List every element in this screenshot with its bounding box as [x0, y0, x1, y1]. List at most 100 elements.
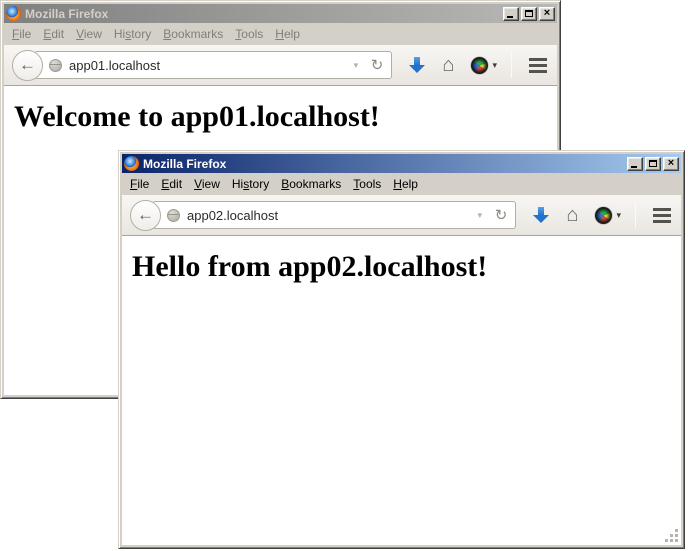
resize-grip[interactable] — [665, 529, 679, 543]
chevron-down-icon: ▾ — [616, 210, 621, 221]
menu-item-bookmarks[interactable]: Bookmarks — [157, 24, 229, 44]
back-icon: ← — [19, 56, 36, 73]
url-bar[interactable]: app01.localhost ▼ ↻ — [34, 51, 392, 79]
url-bar[interactable]: app02.localhost ▼ ↻ — [152, 201, 516, 229]
toolbar-separator — [511, 52, 512, 78]
close-button[interactable]: × — [663, 157, 679, 171]
reload-icon: ↻ — [495, 207, 508, 224]
firefox-colorwheel-button[interactable]: ▾ — [595, 207, 621, 224]
navigation-toolbar: ← app01.localhost ▼ ↻ ⌂ ▾ — [4, 45, 557, 86]
downloads-button[interactable] — [409, 57, 425, 74]
window-controls: × — [627, 157, 679, 171]
hamburger-icon — [529, 58, 547, 73]
url-history-dropdown-button[interactable]: ▼ — [474, 211, 486, 220]
menu-item-view[interactable]: View — [70, 24, 108, 44]
desktop: { "icons": { "back": "←", "reload": "↻",… — [0, 0, 688, 551]
maximize-icon — [525, 10, 533, 17]
firefox-icon — [124, 156, 139, 171]
menu-item-help[interactable]: Help — [387, 174, 424, 194]
menubar: File Edit View History Bookmarks Tools H… — [4, 23, 557, 45]
menu-item-text: dit — [169, 177, 182, 191]
colorwheel-icon — [471, 57, 488, 74]
menu-item-view[interactable]: View — [188, 174, 226, 194]
menu-item-edit[interactable]: Edit — [37, 24, 70, 44]
window-title: Mozilla Firefox — [25, 7, 108, 21]
menu-item-history[interactable]: History — [108, 24, 157, 44]
menu-item-file[interactable]: File — [6, 24, 37, 44]
menu-item-edit[interactable]: Edit — [155, 174, 188, 194]
maximize-button[interactable] — [645, 157, 661, 171]
chevron-down-icon: ▼ — [352, 61, 360, 70]
menu-item-text: ookmarks — [171, 27, 223, 41]
minimize-button[interactable] — [627, 157, 643, 171]
window-title: Mozilla Firefox — [143, 157, 226, 171]
navigation-toolbar: ← app02.localhost ▼ ↻ ⌂ ▾ — [122, 195, 681, 236]
chevron-down-icon: ▾ — [492, 60, 497, 71]
firefox-icon — [6, 6, 21, 21]
menu-button[interactable] — [653, 208, 671, 223]
menu-item-text: dit — [51, 27, 64, 41]
chevron-down-icon: ▼ — [476, 211, 484, 220]
menu-item-file[interactable]: File — [124, 174, 155, 194]
back-button[interactable]: ← — [12, 50, 43, 81]
menu-item-text: tory — [131, 27, 151, 41]
menu-item-text: elp — [402, 177, 418, 191]
menu-item-text: Hi — [232, 177, 243, 191]
minimize-icon — [507, 16, 513, 18]
menu-item-text: ookmarks — [289, 177, 341, 191]
home-icon: ⌂ — [566, 205, 578, 225]
menu-item-tools[interactable]: Tools — [347, 174, 387, 194]
reload-button[interactable]: ↻ — [493, 208, 510, 223]
window-controls: × — [503, 7, 555, 21]
close-icon: × — [544, 8, 550, 19]
minimize-button[interactable] — [503, 7, 519, 21]
browser-window-app02: Mozilla Firefox × File Edit View History… — [118, 150, 685, 549]
titlebar[interactable]: Mozilla Firefox × — [4, 4, 557, 23]
menu-item-text: Hi — [114, 27, 125, 41]
menu-item-text: ile — [19, 27, 31, 41]
menu-item-bookmarks[interactable]: Bookmarks — [275, 174, 347, 194]
close-icon: × — [668, 158, 674, 169]
colorwheel-icon — [595, 207, 612, 224]
menu-item-key: H — [393, 177, 402, 191]
download-icon — [409, 57, 425, 74]
menu-item-text: ools — [359, 177, 381, 191]
url-input[interactable]: app02.localhost — [187, 208, 467, 223]
hamburger-icon — [653, 208, 671, 223]
maximize-button[interactable] — [521, 7, 537, 21]
firefox-colorwheel-button[interactable]: ▾ — [471, 57, 497, 74]
menu-item-text: iew — [84, 27, 102, 41]
globe-icon — [167, 209, 180, 222]
menu-item-help[interactable]: Help — [269, 24, 306, 44]
menu-item-text: tory — [249, 177, 269, 191]
menu-item-key: V — [194, 177, 202, 191]
home-button[interactable]: ⌂ — [442, 55, 454, 75]
download-icon — [533, 207, 549, 224]
home-button[interactable]: ⌂ — [566, 205, 578, 225]
reload-icon: ↻ — [371, 57, 384, 74]
menu-item-text: elp — [284, 27, 300, 41]
minimize-icon — [631, 166, 637, 168]
menu-item-text: ile — [137, 177, 149, 191]
titlebar[interactable]: Mozilla Firefox × — [122, 154, 681, 173]
menu-item-key: V — [76, 27, 84, 41]
page-content: Hello from app02.localhost! — [122, 236, 681, 545]
back-button[interactable]: ← — [130, 200, 161, 231]
reload-button[interactable]: ↻ — [369, 58, 386, 73]
menu-item-tools[interactable]: Tools — [229, 24, 269, 44]
url-history-dropdown-button[interactable]: ▼ — [350, 61, 362, 70]
menu-item-text: iew — [202, 177, 220, 191]
page-heading: Welcome to app01.localhost! — [14, 100, 557, 134]
menu-item-history[interactable]: History — [226, 174, 275, 194]
page-heading: Hello from app02.localhost! — [132, 250, 681, 284]
back-icon: ← — [137, 206, 154, 223]
menu-item-key: H — [275, 27, 284, 41]
close-button[interactable]: × — [539, 7, 555, 21]
menu-button[interactable] — [529, 58, 547, 73]
maximize-icon — [649, 160, 657, 167]
downloads-button[interactable] — [533, 207, 549, 224]
menubar: File Edit View History Bookmarks Tools H… — [122, 173, 681, 195]
url-input[interactable]: app01.localhost — [69, 58, 343, 73]
menu-item-text: ools — [241, 27, 263, 41]
toolbar-separator — [635, 202, 636, 228]
